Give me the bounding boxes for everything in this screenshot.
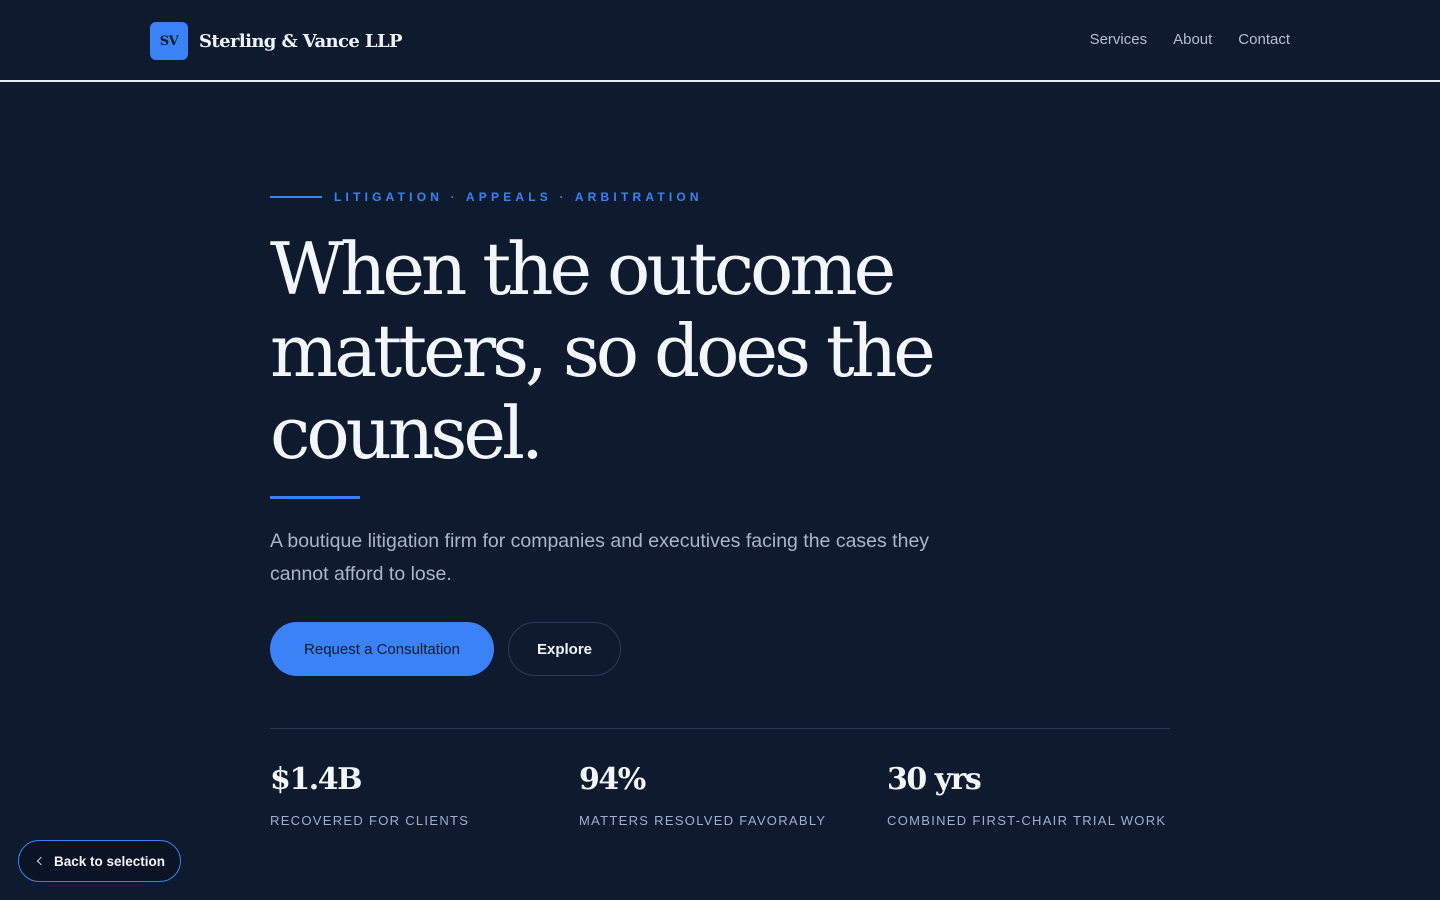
stats-divider [270, 728, 1170, 729]
nav-link-contact[interactable]: Contact [1238, 31, 1290, 48]
back-to-selection-button[interactable]: Back to selection [18, 840, 181, 882]
firm-name: Sterling & Vance LLP [199, 30, 403, 52]
nav-link-services[interactable]: Services [1090, 31, 1148, 48]
logo-link[interactable]: SV Sterling & Vance LLP [150, 22, 403, 60]
stat-label: COMBINED FIRST-CHAIR TRIAL WORK [887, 813, 1167, 828]
hero-headline: When the outcome matters, so does the co… [270, 227, 936, 475]
stat-recovered: $1.4B RECOVERED FOR CLIENTS [270, 760, 469, 828]
main-nav: Services About Contact [1090, 31, 1290, 48]
stat-value: 94% [579, 762, 646, 797]
stat-value: $1.4B [270, 762, 362, 797]
site-header: SV Sterling & Vance LLP Services About C… [0, 0, 1440, 82]
eyebrow-line [270, 196, 322, 198]
stat-label: MATTERS RESOLVED FAVORABLY [579, 813, 827, 828]
stat-experience: 30 yrs COMBINED FIRST-CHAIR TRIAL WORK [887, 760, 1166, 828]
eyebrow-text: LITIGATION · APPEALS · ARBITRATION [334, 190, 703, 204]
back-button-label: Back to selection [53, 853, 166, 869]
stat-resolved: 94% MATTERS RESOLVED FAVORABLY [579, 760, 826, 828]
headline-accent-rule [270, 496, 360, 499]
stat-label: RECOVERED FOR CLIENTS [270, 813, 470, 828]
eyebrow: LITIGATION · APPEALS · ARBITRATION [270, 190, 703, 204]
nav-link-about[interactable]: About [1173, 31, 1212, 48]
stat-value: 30 yrs [887, 762, 982, 797]
logo-mark: SV [150, 22, 188, 60]
explore-button[interactable]: Explore [508, 622, 621, 676]
chevron-left-icon [36, 856, 46, 866]
request-consultation-button[interactable]: Request a Consultation [270, 622, 494, 676]
hero-subtitle: A boutique litigation firm for companies… [270, 530, 930, 585]
